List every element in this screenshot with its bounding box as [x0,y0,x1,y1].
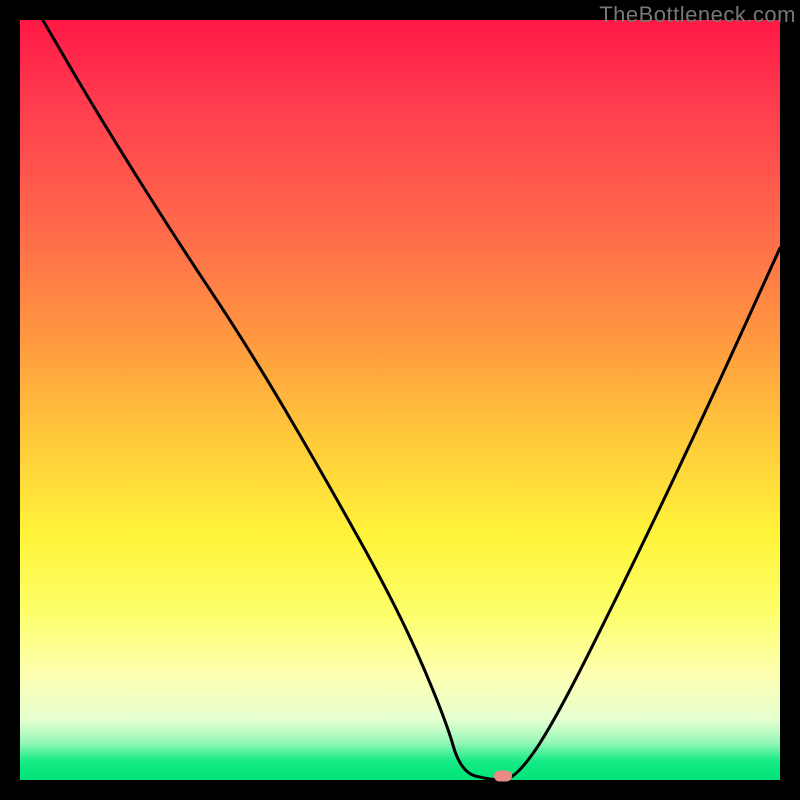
optimal-point-marker [494,771,512,782]
chart-frame: TheBottleneck.com [0,0,800,800]
plot-area [20,20,780,780]
watermark-text: TheBottleneck.com [599,2,796,28]
